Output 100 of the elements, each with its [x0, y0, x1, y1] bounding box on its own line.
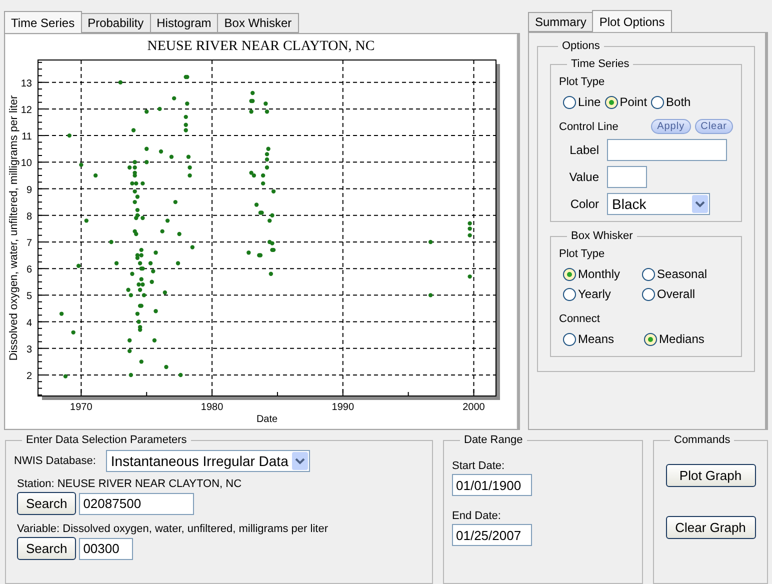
axis-tick-label: 13 — [20, 78, 32, 90]
data-point — [468, 274, 472, 279]
axis-tick-label: 12 — [20, 104, 32, 116]
data-point — [130, 272, 134, 276]
color-select[interactable]: Black — [607, 193, 710, 215]
axis-tick-label: 6 — [26, 264, 32, 276]
data-point — [249, 110, 254, 114]
chart-tab[interactable]: Time Series — [4, 11, 82, 33]
data-point — [59, 312, 64, 316]
chart-title: NEUSE RIVER NEAR CLAYTON, NC — [147, 39, 375, 54]
search-button[interactable]: Search — [17, 537, 76, 560]
data-point — [254, 202, 259, 207]
data-point — [84, 218, 89, 223]
data-point — [139, 360, 144, 364]
field-label: End Date: — [452, 510, 502, 522]
radio-button[interactable]: Seasonal — [642, 267, 708, 281]
data-point — [185, 102, 190, 106]
axis-tick-label: 7 — [26, 238, 32, 249]
data-point — [148, 261, 153, 266]
field-label: Value — [568, 170, 599, 184]
data-point — [173, 200, 178, 204]
data-point — [158, 149, 164, 154]
data-point — [260, 181, 266, 186]
data-point — [67, 133, 72, 138]
data-point — [144, 146, 149, 151]
data-point — [162, 290, 168, 295]
data-point — [150, 280, 154, 284]
data-point — [151, 269, 156, 274]
value-input[interactable] — [607, 166, 647, 188]
group-title: Time Series — [570, 58, 630, 70]
data-point — [144, 160, 149, 164]
panel-tab[interactable]: Summary — [528, 12, 594, 32]
axis-tick-label: 1980 — [200, 402, 224, 413]
data-point — [118, 80, 123, 84]
data-point — [268, 272, 274, 276]
variable-input[interactable]: 00300 — [79, 538, 134, 560]
radio-button[interactable]: Both — [651, 95, 691, 109]
variable-label: Variable: Dissolved oxygen, water, unfiltered, milligrams per liter — [17, 523, 329, 535]
station-label: Station: NEUSE RIVER NEAR CLAYTON, NC — [17, 478, 243, 490]
axis-tick-label: 11 — [22, 132, 32, 143]
data-point — [177, 232, 182, 236]
axis-tick-label: 10 — [20, 158, 32, 170]
station-input[interactable]: 02087500 — [79, 492, 194, 514]
data-point — [71, 330, 76, 335]
radio-button[interactable]: Line — [563, 95, 601, 109]
data-point — [154, 309, 158, 314]
section-label: Control Line — [559, 120, 618, 132]
chart-tab[interactable]: Box Whisker — [217, 13, 299, 33]
radio-button[interactable]: Means — [563, 332, 614, 346]
radio-button[interactable]: Monthly — [563, 267, 620, 281]
axis-tick-label: 2000 — [462, 402, 485, 413]
axis-tick-label: 9 — [26, 184, 32, 196]
data-point — [79, 162, 84, 167]
radio-button[interactable]: Medians — [644, 332, 704, 346]
command-button[interactable]: Clear Graph — [666, 516, 756, 539]
chart-tab[interactable]: Histogram — [150, 13, 218, 33]
start-date-input[interactable]: 01/01/1900 — [452, 474, 532, 496]
database-select[interactable]: Instantaneous Irregular Data — [106, 450, 310, 472]
end-date-input[interactable]: 01/25/2007 — [452, 524, 532, 546]
group-title: Box Whisker — [570, 230, 634, 242]
label-input[interactable] — [607, 139, 727, 161]
radio-button[interactable]: Overall — [642, 287, 708, 301]
data-point — [190, 245, 194, 250]
section-label: Plot Type — [559, 76, 605, 88]
data-point — [158, 106, 162, 112]
field-label: Color — [569, 197, 599, 211]
axis-tick-label: 8 — [26, 211, 32, 222]
panel-tab[interactable]: Plot Options — [592, 10, 672, 32]
data-point — [109, 240, 114, 244]
data-point — [271, 189, 276, 194]
data-point — [184, 114, 188, 120]
group-title: Enter Data Selection Parameters — [25, 434, 188, 446]
command-button[interactable]: Plot Graph — [666, 464, 756, 487]
section-label: Plot Type — [559, 248, 605, 260]
apply-button[interactable]: Apply — [651, 119, 691, 134]
y-axis-label: Dissolved oxygen, water, unfiltered, milligrams per liter — [8, 95, 20, 361]
radio-button[interactable]: Point — [604, 95, 648, 109]
data-point — [135, 312, 140, 316]
chart-tab[interactable]: Probability — [80, 13, 151, 33]
data-point — [428, 240, 433, 244]
data-point — [468, 233, 472, 238]
axis-tick-label: 1990 — [332, 402, 354, 413]
data-point — [140, 181, 145, 186]
radio-button[interactable]: Yearly — [563, 287, 620, 301]
data-point — [154, 250, 158, 255]
data-point — [260, 173, 266, 178]
data-point — [131, 128, 136, 132]
data-point — [114, 261, 119, 266]
axis-tick-label: 4 — [26, 318, 32, 329]
axis-tick-label: 1970 — [70, 402, 92, 413]
data-point — [264, 165, 270, 170]
group-title: Commands — [673, 434, 732, 446]
data-point — [176, 261, 180, 266]
field-label: Label — [568, 143, 599, 157]
data-point — [152, 338, 157, 342]
data-point — [246, 250, 251, 255]
search-button[interactable]: Search — [17, 492, 76, 515]
clear-button[interactable]: Clear — [694, 119, 733, 134]
x-axis-label: Date — [256, 414, 278, 425]
field-label: NWIS Database: — [14, 455, 96, 467]
